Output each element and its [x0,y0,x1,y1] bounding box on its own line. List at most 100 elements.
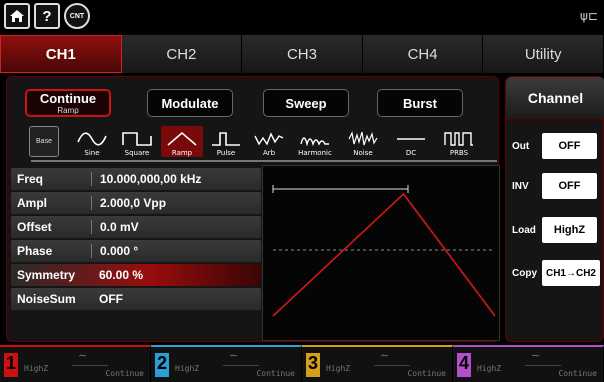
parameter-list: Freq 10.000,000,00 kHz Ampl 2.000,0 Vpp … [11,168,261,312]
waveform-harmonic-label: Harmonic [298,149,332,157]
load-row: Load HighZ [506,216,604,244]
channel-status-1[interactable]: 1 HighZ ∼ Continue [0,345,151,382]
channel-divider [72,365,108,366]
arb-icon [254,132,284,146]
load-selector[interactable]: HighZ [542,217,597,243]
ramp-preview-graph [272,185,496,317]
waveform-harmonic[interactable]: Harmonic [291,126,339,157]
param-phase[interactable]: Phase 0.000 ° [11,240,261,262]
channel-number: 2 [155,353,169,377]
param-label: Symmetry [17,268,76,282]
param-label: Offset [17,220,52,234]
waveform-pulse[interactable]: Pulse [205,126,247,157]
channel-number: 4 [457,353,471,377]
ramp-icon [167,131,197,146]
param-symmetry[interactable]: Symmetry 60.00 % [11,264,261,286]
pulse-icon [212,132,240,146]
burst-mode-button[interactable]: Burst [377,89,463,117]
status-bar: ? CNT ψ⊏ [0,0,604,34]
waveform-prbs-label: PRBS [449,149,469,157]
channel-mode: Continue [407,369,446,378]
param-freq[interactable]: Freq 10.000,000,00 kHz [11,168,261,190]
channel-panel-title: Channel [506,77,604,119]
out-label: Out [512,140,530,152]
waveform-square[interactable]: Square [115,126,159,157]
continue-mode-button[interactable]: Continue Ramp [25,89,111,117]
copy-label: Copy [512,267,537,279]
channel-mode: Continue [256,369,295,378]
sine-icon [77,132,107,146]
waveform-square-label: Square [124,149,150,157]
channel-load: HighZ [477,364,502,373]
continue-label: Continue [39,91,97,106]
waveform-preview [262,165,500,341]
channel-status-4[interactable]: 4 HighZ ∼ Continue [453,345,604,382]
waveform-dc[interactable]: DC [391,126,431,157]
counter-button[interactable]: CNT [64,3,90,29]
inv-toggle[interactable]: OFF [542,173,597,199]
channel-number: 1 [4,353,18,377]
channel-load: HighZ [24,364,49,373]
tab-utility[interactable]: Utility [483,35,604,73]
sine-icon: ∼ [78,350,88,362]
waveform-ramp[interactable]: Ramp [161,126,203,157]
inv-label: INV [512,180,529,192]
param-label: Phase [17,244,53,258]
dc-icon [397,138,425,140]
channel-status-strip: 1 HighZ ∼ Continue 2 HighZ ∼ Continue 3 … [0,345,604,382]
load-label: Load [512,224,536,236]
channel-divider [223,365,259,366]
base-button[interactable]: Base [29,126,59,157]
tab-ch2[interactable]: CH2 [121,35,243,73]
copy-button[interactable]: CH1→CH2 [542,260,600,286]
tab-ch4[interactable]: CH4 [362,35,484,73]
waveform-settings-panel: Continue Ramp Modulate Sweep Burst Base … [6,76,500,342]
waveform-sine[interactable]: Sine [71,126,113,157]
param-noisesum[interactable]: NoiseSum OFF [11,288,261,310]
out-toggle[interactable]: OFF [542,133,597,159]
channel-mode: Continue [105,369,144,378]
help-button[interactable]: ? [34,3,60,29]
modulate-mode-button[interactable]: Modulate [147,89,233,117]
harmonic-icon [300,137,329,147]
waveform-sine-label: Sine [84,149,100,157]
waveform-pulse-label: Pulse [216,149,236,157]
waveform-arb-label: Arb [262,149,276,157]
ramp-trace [272,192,496,317]
waveform-arb[interactable]: Arb [249,126,289,157]
sine-icon: ∼ [531,350,541,362]
param-value: 10.000,000,00 kHz [91,172,201,186]
tab-ch3[interactable]: CH3 [242,35,363,73]
param-offset[interactable]: Offset 0.0 mV [11,216,261,238]
waveform-prbs[interactable]: PRBS [437,126,481,157]
channel-status-3[interactable]: 3 HighZ ∼ Continue [302,345,453,382]
param-value: 0.0 mV [91,220,139,234]
waveform-noise-label: Noise [353,149,373,157]
sweep-mode-button[interactable]: Sweep [263,89,349,117]
channel-mode: Continue [558,369,597,378]
param-value: 60.00 % [99,268,144,282]
waveform-dc-label: DC [405,149,417,157]
sine-icon: ∼ [380,350,390,362]
channel-tabs: CH1 CH2 CH3 CH4 Utility [0,35,604,73]
channel-number: 3 [306,353,320,377]
tab-ch1[interactable]: CH1 [0,35,122,73]
prbs-icon [444,132,473,146]
waveform-scrollbar[interactable] [31,160,497,162]
channel-divider [525,365,561,366]
continue-sub-label: Ramp [57,106,79,115]
usb-icon: ψ⊏ [580,9,598,23]
param-ampl[interactable]: Ampl 2.000,0 Vpp [11,192,261,214]
noise-icon [348,131,378,146]
param-value: 0.000 ° [91,244,138,258]
out-row: Out OFF [506,132,604,160]
channel-status-2[interactable]: 2 HighZ ∼ Continue [151,345,302,382]
param-label: Freq [17,172,44,186]
waveform-noise[interactable]: Noise [341,126,385,157]
home-icon[interactable] [4,3,30,29]
param-value: OFF [99,292,123,306]
square-icon [122,132,152,146]
mode-selector: Continue Ramp Modulate Sweep Burst [25,89,495,119]
waveform-ramp-label: Ramp [171,149,193,157]
channel-panel: Channel Out OFF INV OFF Load HighZ Copy … [505,76,604,342]
